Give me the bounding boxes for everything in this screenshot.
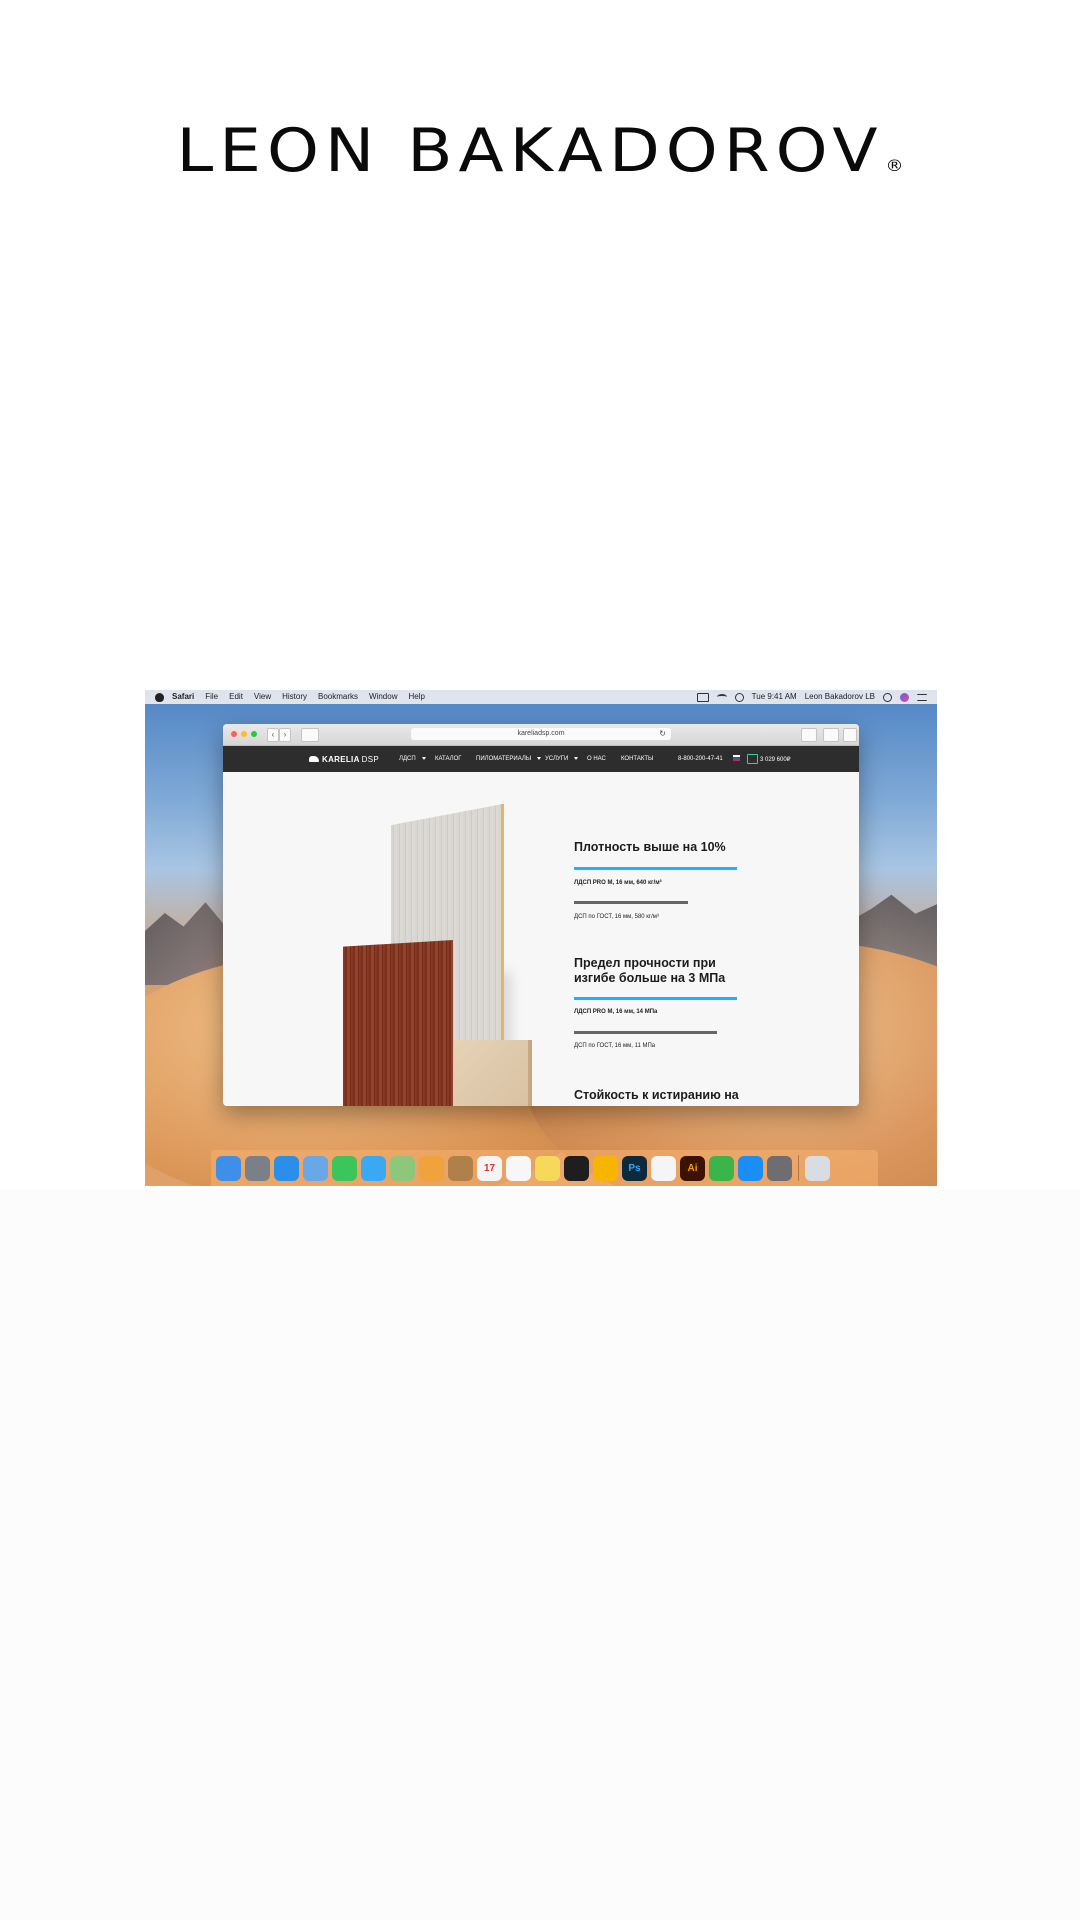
dock: 17 Ps Ai: [211, 1150, 878, 1186]
photoshop-icon[interactable]: Ps: [622, 1155, 647, 1181]
beige-board-image: [454, 1040, 532, 1106]
chevron-down-icon: [421, 756, 426, 760]
brand-title: LEON BAKADOROV ®: [0, 116, 1080, 185]
label-pro-density: ЛДСП PRO M, 16 мм, 640 кг/м³: [574, 880, 662, 886]
system-preferences-icon[interactable]: [767, 1155, 792, 1181]
menubar-user[interactable]: Leon Bakadorov LB: [805, 690, 875, 704]
nav-contacts[interactable]: КОНТАКТЫ: [621, 756, 653, 762]
share-icon[interactable]: [801, 728, 817, 742]
siri-icon[interactable]: [900, 692, 909, 702]
new-tab-icon[interactable]: [843, 728, 857, 742]
stat-title-density: Плотность выше на 10%: [574, 840, 726, 854]
lower-background: [0, 1190, 1080, 1920]
label-gost-density: ДСП по ГОСТ, 16 мм, 580 кг/м³: [574, 914, 659, 920]
appstore-icon[interactable]: [738, 1155, 763, 1181]
label-pro-strength: ЛДСП PRO M, 16 мм, 14 МПа: [574, 1009, 658, 1015]
sidebar-icon[interactable]: [301, 728, 319, 742]
tabs-icon[interactable]: [823, 728, 839, 742]
figma-icon[interactable]: [564, 1155, 589, 1181]
menu-help[interactable]: Help: [408, 690, 424, 704]
nav-catalog[interactable]: КАТАЛОГ: [435, 756, 461, 762]
chevron-down-icon: [574, 756, 579, 760]
itunes-icon[interactable]: [651, 1155, 676, 1181]
reminders-icon[interactable]: [506, 1155, 531, 1181]
desktop-screenshot: Safari File Edit View History Bookmarks …: [145, 690, 937, 1186]
calendar-icon[interactable]: 17: [477, 1155, 502, 1181]
sketch-icon[interactable]: [593, 1155, 618, 1181]
registered-mark: ®: [885, 156, 904, 176]
close-window-button[interactable]: [231, 731, 237, 737]
nav-services[interactable]: УСЛУГИ: [545, 756, 579, 762]
beige-board-edge: [528, 1040, 532, 1106]
site-logo[interactable]: KARELIA DSP: [309, 755, 379, 764]
site-phone[interactable]: 8-800-200-47-41: [678, 756, 723, 762]
chevron-down-icon: [537, 756, 542, 760]
minimize-window-button[interactable]: [241, 731, 247, 737]
language-flag-icon[interactable]: [733, 755, 740, 761]
dock-separator: [798, 1155, 799, 1181]
brand-name: LEON BAKADOROV: [176, 115, 884, 186]
photos-icon[interactable]: [419, 1155, 444, 1181]
notes-icon[interactable]: [535, 1155, 560, 1181]
apple-icon[interactable]: [155, 692, 164, 702]
hero-section: Плотность выше на 10% ЛДСП PRO M, 16 мм,…: [223, 772, 859, 1106]
stat-title-strength: Предел прочности при изгибе больше на 3 …: [574, 956, 725, 986]
menu-file[interactable]: File: [205, 690, 218, 704]
stat-title-strength-line1: Предел прочности при: [574, 956, 716, 970]
reload-icon[interactable]: ↻: [659, 728, 666, 740]
bar-gost-density: [574, 901, 688, 904]
notification-center-icon[interactable]: [917, 693, 927, 701]
address-url: kareliadsp.com: [517, 730, 565, 737]
menu-bookmarks[interactable]: Bookmarks: [318, 690, 358, 704]
launchpad-icon[interactable]: [245, 1155, 270, 1181]
stat-title-abrasion: Стойкость к истиранию на: [574, 1088, 739, 1102]
stat-title-strength-line2: изгибе больше на 3 МПа: [574, 971, 726, 985]
bear-logo-icon: [309, 756, 319, 763]
menu-window[interactable]: Window: [369, 690, 397, 704]
site-navbar: KARELIA DSP ЛДСП КАТАЛОГ ПИЛОМАТЕРИАЛЫ УС…: [223, 746, 859, 772]
mail-icon[interactable]: [303, 1155, 328, 1181]
maps-icon[interactable]: [390, 1155, 415, 1181]
menu-safari[interactable]: Safari: [172, 690, 194, 704]
volume-icon[interactable]: [734, 692, 744, 702]
safari-window: ‹ › kareliadsp.com ↻ KARELIA DSP ЛДСП КАТ…: [223, 724, 859, 1106]
menu-view[interactable]: View: [254, 690, 271, 704]
dark-wood-board-image: [343, 940, 453, 1106]
browser-toolbar: ‹ › kareliadsp.com ↻: [223, 724, 859, 746]
airplay-icon[interactable]: [696, 692, 709, 702]
menu-edit[interactable]: Edit: [229, 690, 243, 704]
logo-bold: KARELIA: [322, 754, 360, 764]
address-bar[interactable]: kareliadsp.com ↻: [411, 728, 671, 740]
numbers-icon[interactable]: [709, 1155, 734, 1181]
trash-icon[interactable]: [805, 1155, 830, 1181]
facetime-icon[interactable]: [332, 1155, 357, 1181]
contacts-icon[interactable]: [448, 1155, 473, 1181]
safari-icon[interactable]: [274, 1155, 299, 1181]
logo-thin: DSP: [361, 754, 380, 764]
spotlight-icon[interactable]: [883, 692, 892, 702]
menu-bar: Safari File Edit View History Bookmarks …: [145, 690, 937, 704]
cart-icon[interactable]: [747, 754, 758, 764]
messages-icon[interactable]: [361, 1155, 386, 1181]
menubar-clock[interactable]: Tue 9:41 AM: [752, 690, 797, 704]
bar-gost-strength: [574, 1031, 717, 1034]
zoom-window-button[interactable]: [251, 731, 257, 737]
bar-pro-strength: [574, 997, 737, 1000]
bar-pro-density: [574, 867, 737, 870]
finder-icon[interactable]: [216, 1155, 241, 1181]
forward-button[interactable]: ›: [279, 728, 291, 742]
wifi-icon[interactable]: [716, 694, 727, 700]
nav-about[interactable]: О НАС: [587, 756, 606, 762]
nav-lumber[interactable]: ПИЛОМАТЕРИАЛЫ: [476, 756, 542, 762]
label-gost-strength: ДСП по ГОСТ, 16 мм, 11 МПа: [574, 1043, 656, 1049]
cart-total[interactable]: 3 029 600₽: [760, 756, 791, 763]
nav-ldsp[interactable]: ЛДСП: [399, 756, 426, 762]
illustrator-icon[interactable]: Ai: [680, 1155, 705, 1181]
menu-history[interactable]: History: [282, 690, 307, 704]
back-button[interactable]: ‹: [267, 728, 279, 742]
